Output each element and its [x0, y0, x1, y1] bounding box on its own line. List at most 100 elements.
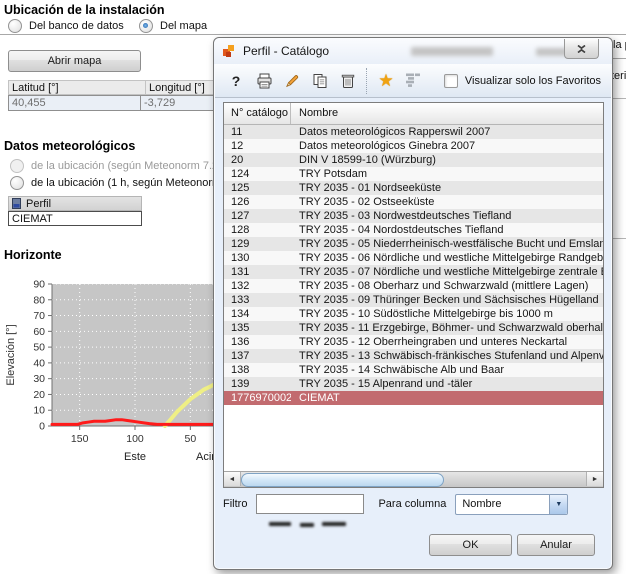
- chevron-down-icon: ▼: [555, 501, 562, 508]
- list-bars-icon: [405, 73, 425, 88]
- filter-row: Filtro Para columna Nombre ▼: [223, 493, 604, 515]
- cell-name: TRY 2035 - 14 Schwäbische Alb und Baar: [291, 363, 603, 377]
- section-divider: [0, 34, 626, 35]
- copy-icon: [312, 73, 328, 89]
- open-map-button[interactable]: Abrir mapa: [8, 50, 141, 72]
- table-row[interactable]: 127TRY 2035 - 03 Nordwestdeutsches Tiefl…: [224, 209, 603, 223]
- table-row[interactable]: 12Datos meteorológicos Ginebra 2007: [224, 139, 603, 153]
- table-row[interactable]: 134TRY 2035 - 10 Südöstliche Mittelgebir…: [224, 307, 603, 321]
- cell-name: TRY 2035 - 13 Schwäbisch-fränkisches Stu…: [291, 349, 603, 363]
- scroll-left-icon: ◄: [229, 476, 236, 483]
- filter-input[interactable]: [256, 494, 364, 514]
- svg-text:10: 10: [33, 405, 45, 417]
- bg-line-fragment: [612, 238, 626, 239]
- dropdown-button[interactable]: ▼: [549, 495, 567, 514]
- cell-name: Datos meteorológicos Rapperswil 2007: [291, 125, 603, 139]
- cell-catalog-number: 126: [224, 195, 291, 209]
- svg-text:80: 80: [33, 294, 45, 306]
- cancel-button[interactable]: Anular: [517, 534, 595, 556]
- favorites-button[interactable]: ★: [374, 69, 398, 93]
- copy-button[interactable]: [308, 69, 332, 93]
- print-button[interactable]: [252, 69, 276, 93]
- svg-text:0: 0: [39, 421, 45, 433]
- radio-meteonorm: de la ubicación (según Meteonorm 7.2): [10, 159, 222, 173]
- table-row[interactable]: 130TRY 2035 - 06 Nördliche und westliche…: [224, 251, 603, 265]
- column-select[interactable]: Nombre ▼: [455, 494, 568, 515]
- latitude-value[interactable]: 40,455: [8, 95, 141, 111]
- cell-name: TRY 2035 - 09 Thüringer Becken und Sächs…: [291, 293, 603, 307]
- radio-meteonorm-label: de la ubicación (según Meteonorm 7.2): [31, 160, 222, 172]
- print-icon: [256, 73, 273, 89]
- catalog-table-header[interactable]: N° catálogo Nombre: [224, 103, 603, 125]
- scroll-right-button[interactable]: ►: [586, 472, 603, 486]
- trash-icon: [341, 73, 355, 89]
- profile-header-label: Perfil: [26, 198, 51, 210]
- list-view-button[interactable]: [402, 69, 428, 93]
- favorites-checkbox[interactable]: [444, 74, 458, 88]
- blurred-text: [300, 523, 314, 527]
- ok-button[interactable]: OK: [429, 534, 512, 556]
- radio-meteonorm-1h[interactable]: de la ubicación (1 h, según Meteonorm (: [10, 176, 220, 190]
- scrollbar-thumb[interactable]: [241, 473, 444, 487]
- radio-icon[interactable]: [10, 176, 24, 190]
- table-row[interactable]: 137TRY 2035 - 13 Schwäbisch-fränkisches …: [224, 349, 603, 363]
- column-header-catalog-number[interactable]: N° catálogo: [224, 103, 291, 124]
- table-row[interactable]: 20DIN V 18599-10 (Würzburg): [224, 153, 603, 167]
- delete-button[interactable]: [336, 69, 360, 93]
- coordinates-header-row: Latitud [°] Longitud [°]: [8, 80, 216, 95]
- star-favorites-icon: ★: [378, 71, 393, 91]
- favorites-checkbox-label: Visualizar solo los Favoritos: [465, 75, 601, 87]
- cell-name: TRY 2035 - 12 Oberrheingraben und untere…: [291, 335, 603, 349]
- radio-from-map[interactable]: Del mapa: [139, 19, 207, 33]
- table-row[interactable]: 133TRY 2035 - 09 Thüringer Becken und Sä…: [224, 293, 603, 307]
- cell-catalog-number: 132: [224, 279, 291, 293]
- table-row[interactable]: 139TRY 2035 - 15 Alpenrand und -täler: [224, 377, 603, 391]
- longitude-value[interactable]: -3,729: [141, 95, 216, 111]
- table-row[interactable]: 1776970002CIEMAT: [224, 391, 603, 405]
- svg-text:150: 150: [71, 433, 89, 445]
- radio-icon[interactable]: [139, 19, 153, 33]
- svg-text:70: 70: [33, 310, 45, 322]
- table-row[interactable]: 11Datos meteorológicos Rapperswil 2007: [224, 125, 603, 139]
- cell-name: TRY 2035 - 06 Nördliche und westliche Mi…: [291, 251, 603, 265]
- table-row[interactable]: 129TRY 2035 - 05 Niederrheinisch-westfäl…: [224, 237, 603, 251]
- favorites-filter[interactable]: Visualizar solo los Favoritos: [444, 74, 601, 88]
- cell-catalog-number: 135: [224, 321, 291, 335]
- cell-catalog-number: 11: [224, 125, 291, 139]
- svg-text:Este: Este: [124, 451, 146, 463]
- cancel-button-label: Anular: [540, 539, 572, 551]
- table-row[interactable]: 124TRY Potsdam: [224, 167, 603, 181]
- cell-name: TRY 2035 - 04 Nordostdeutsches Tiefland: [291, 223, 603, 237]
- blurred-text: [322, 522, 346, 526]
- table-row[interactable]: 128TRY 2035 - 04 Nordostdeutsches Tiefla…: [224, 223, 603, 237]
- edit-button[interactable]: [280, 69, 304, 93]
- table-row[interactable]: 131TRY 2035 - 07 Nördliche und westliche…: [224, 265, 603, 279]
- cell-name: TRY 2035 - 03 Nordwestdeutsches Tiefland: [291, 209, 603, 223]
- table-row[interactable]: 135TRY 2035 - 11 Erzgebirge, Böhmer- und…: [224, 321, 603, 335]
- svg-text:50: 50: [184, 433, 196, 445]
- table-row[interactable]: 126TRY 2035 - 02 Ostseeküste: [224, 195, 603, 209]
- profile-catalog-dialog: Perfil - Catálogo ? ★: [213, 37, 613, 570]
- cell-name: DIN V 18599-10 (Würzburg): [291, 153, 603, 167]
- cell-catalog-number: 20: [224, 153, 291, 167]
- table-row[interactable]: 136TRY 2035 - 12 Oberrheingraben und unt…: [224, 335, 603, 349]
- table-row[interactable]: 138TRY 2035 - 14 Schwäbische Alb und Baa…: [224, 363, 603, 377]
- scroll-left-button[interactable]: ◄: [224, 472, 241, 486]
- svg-text:50: 50: [33, 342, 45, 354]
- bg-line-fragment: [612, 58, 626, 59]
- column-header-name[interactable]: Nombre: [291, 103, 603, 124]
- cell-name: TRY 2035 - 05 Niederrheinisch-westfälisc…: [291, 237, 603, 251]
- cell-catalog-number: 1776970002: [224, 391, 291, 405]
- horizontal-scrollbar[interactable]: ◄ ►: [224, 471, 603, 487]
- catalog-table-body: 11Datos meteorológicos Rapperswil 200712…: [224, 125, 603, 405]
- radio-from-database[interactable]: Del banco de datos: [8, 19, 124, 33]
- help-button[interactable]: ?: [224, 69, 248, 93]
- close-button[interactable]: [564, 39, 599, 59]
- table-row[interactable]: 132TRY 2035 - 08 Oberharz und Schwarzwal…: [224, 279, 603, 293]
- scroll-right-icon: ►: [592, 476, 599, 483]
- filter-label: Filtro: [223, 498, 247, 510]
- radio-icon[interactable]: [8, 19, 22, 33]
- dialog-titlebar[interactable]: Perfil - Catálogo: [214, 38, 612, 64]
- profile-value-box[interactable]: CIEMAT: [8, 211, 142, 226]
- table-row[interactable]: 125TRY 2035 - 01 Nordseeküste: [224, 181, 603, 195]
